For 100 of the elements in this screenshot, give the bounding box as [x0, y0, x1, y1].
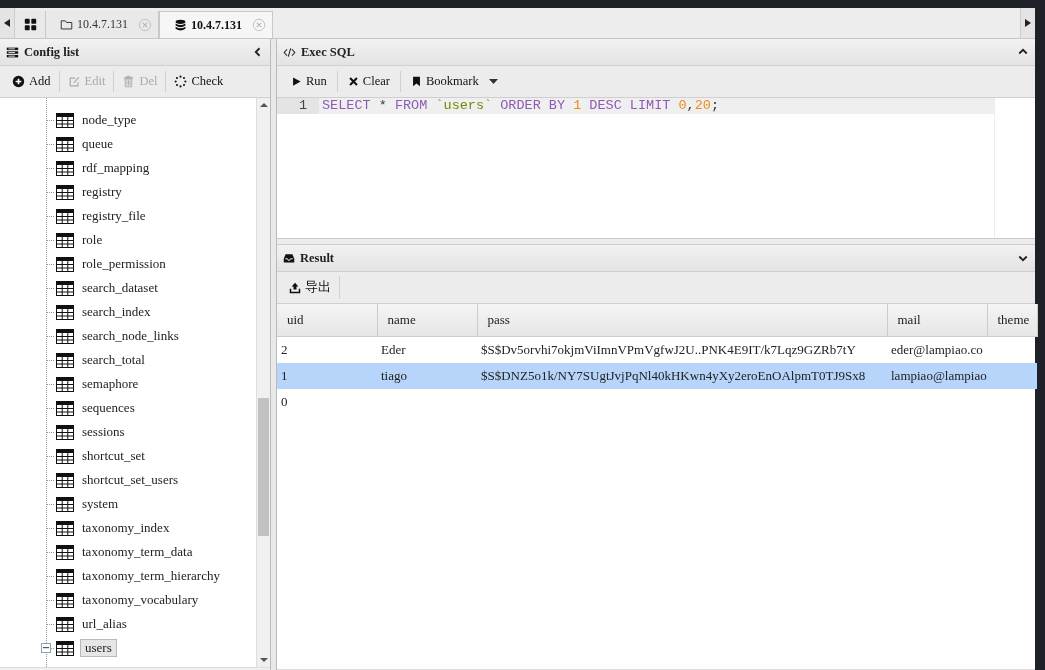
triangle-right-icon: [1025, 19, 1031, 27]
table-item[interactable]: sessions: [80, 423, 127, 441]
table-item[interactable]: search_node_links: [80, 327, 181, 345]
trash-icon: [122, 75, 136, 88]
caret-icon: [488, 79, 498, 84]
table-item[interactable]: search_total: [80, 351, 147, 369]
tab-label: 10.4.7.131: [77, 17, 128, 32]
table-icon: [56, 376, 74, 392]
table-cell: 1: [281, 368, 288, 383]
close-icon: [252, 18, 266, 32]
triangle-left-icon: [4, 19, 10, 27]
close-icon: [138, 17, 152, 32]
table-cell: 2: [281, 342, 288, 357]
scroll-left-button[interactable]: [0, 8, 15, 38]
table-icon: [56, 208, 74, 224]
collapse-icon[interactable]: [41, 643, 51, 653]
table-icon: [56, 328, 74, 344]
table-row[interactable]: 0: [277, 389, 1037, 415]
scroll-right-button[interactable]: [1020, 8, 1035, 38]
upload-icon: [289, 281, 301, 294]
table-item[interactable]: users: [80, 639, 117, 657]
table-cell: lampiao@lampiao: [891, 368, 987, 383]
table-cell: Eder: [381, 342, 406, 357]
table-icon: [56, 256, 74, 272]
clear-button[interactable]: Clear: [337, 71, 401, 92]
table-icon: [56, 496, 74, 512]
line-number: 1: [277, 98, 319, 114]
inbox-icon: [283, 252, 295, 264]
column-header[interactable]: mail: [897, 312, 921, 327]
table-icon: [56, 424, 74, 440]
panel-title: Config list: [24, 44, 81, 60]
bookmark-icon: [410, 76, 422, 87]
table-icon: [56, 184, 74, 200]
table-icon: [56, 640, 74, 656]
bookmark-button[interactable]: Bookmark: [400, 71, 508, 92]
add-button[interactable]: Add: [4, 71, 60, 92]
table-icon: [56, 112, 74, 128]
scrollbar[interactable]: [256, 98, 270, 667]
spinner-icon: [174, 75, 188, 88]
table-icon: [56, 592, 74, 608]
table-item[interactable]: node_type: [80, 111, 139, 129]
table-cell: $S$DNZ5o1k/NY7SUgtJvjPqNl40kHKwn4yXy2eroEnOAlpmT0TJ9Sx8: [481, 368, 866, 383]
table-item[interactable]: taxonomy_term_data: [80, 543, 195, 561]
table-item[interactable]: system: [80, 495, 121, 513]
table-icon: [56, 280, 74, 296]
table-cell: 0: [281, 394, 288, 409]
column-header[interactable]: uid: [287, 312, 304, 327]
run-button[interactable]: Run: [281, 71, 338, 92]
close-icon: [347, 76, 359, 87]
table-item[interactable]: semaphore: [80, 375, 141, 393]
check-button[interactable]: Check: [166, 71, 232, 92]
table-item[interactable]: registry_file: [80, 207, 148, 225]
table-icon: [56, 352, 74, 368]
table-item[interactable]: taxonomy_index: [80, 519, 172, 537]
table-item[interactable]: rdf_mapping: [80, 159, 152, 177]
table-item[interactable]: role: [80, 231, 105, 249]
table-item[interactable]: registry: [80, 183, 124, 201]
panel-title: Result: [300, 250, 336, 266]
table-icon: [56, 448, 74, 464]
column-header[interactable]: name: [387, 312, 416, 327]
tab[interactable]: 10.4.7.131: [46, 11, 159, 38]
plus-circle-icon: [12, 75, 25, 88]
tab[interactable]: [15, 11, 46, 38]
table-icon: [56, 544, 74, 560]
folder-icon: [60, 18, 73, 31]
table-icon: [56, 400, 74, 416]
table-item[interactable]: url_alias: [80, 615, 129, 633]
tab[interactable]: 10.4.7.131: [159, 11, 273, 38]
scrollbar-thumb[interactable]: [258, 398, 269, 536]
table-cell: tiago: [381, 368, 407, 383]
column-header[interactable]: pass: [487, 312, 510, 327]
table-icon: [56, 136, 74, 152]
table-cell: $S$Dv5orvhi7okjmViImnVPmVgfwJ2U..PNK4E9IT/k7Lqz9GZRb7tY: [481, 342, 856, 357]
table-item[interactable]: shortcut_set_users: [80, 471, 181, 489]
table-icon: [56, 160, 74, 176]
table-icon: [56, 304, 74, 320]
database-icon: [174, 18, 187, 32]
table-item[interactable]: taxonomy_term_hierarchy: [80, 567, 222, 585]
table-icon: [56, 232, 74, 248]
code-icon: [283, 45, 296, 59]
table-icon: [56, 616, 74, 632]
table-item[interactable]: sequences: [80, 399, 137, 417]
panel-title: Exec SQL: [301, 44, 356, 60]
table-item[interactable]: search_index: [80, 303, 153, 321]
table-item[interactable]: shortcut_set: [80, 447, 147, 465]
table-item[interactable]: taxonomy_vocabulary: [80, 591, 201, 609]
table-row[interactable]: 2 Eder $S$Dv5orvhi7okjmViImnVPmVgfwJ2U..PNK4E9IT/k7Lqz9GZRb7tY eder@lampiao.co: [277, 336, 1037, 363]
table-icon: [56, 568, 74, 584]
table-cell: eder@lampiao.co: [891, 342, 983, 357]
export-button[interactable]: 导出: [281, 276, 340, 299]
list-icon: [6, 45, 19, 59]
table-icon: [56, 472, 74, 488]
tab-label: 10.4.7.131: [191, 17, 242, 33]
table-item[interactable]: queue: [80, 135, 116, 153]
pencil-icon: [67, 75, 81, 88]
table-item[interactable]: search_dataset: [80, 279, 160, 297]
play-icon: [291, 76, 302, 87]
table-item[interactable]: role_permission: [80, 255, 168, 273]
grid-icon: [23, 18, 37, 31]
table-icon: [56, 520, 74, 536]
